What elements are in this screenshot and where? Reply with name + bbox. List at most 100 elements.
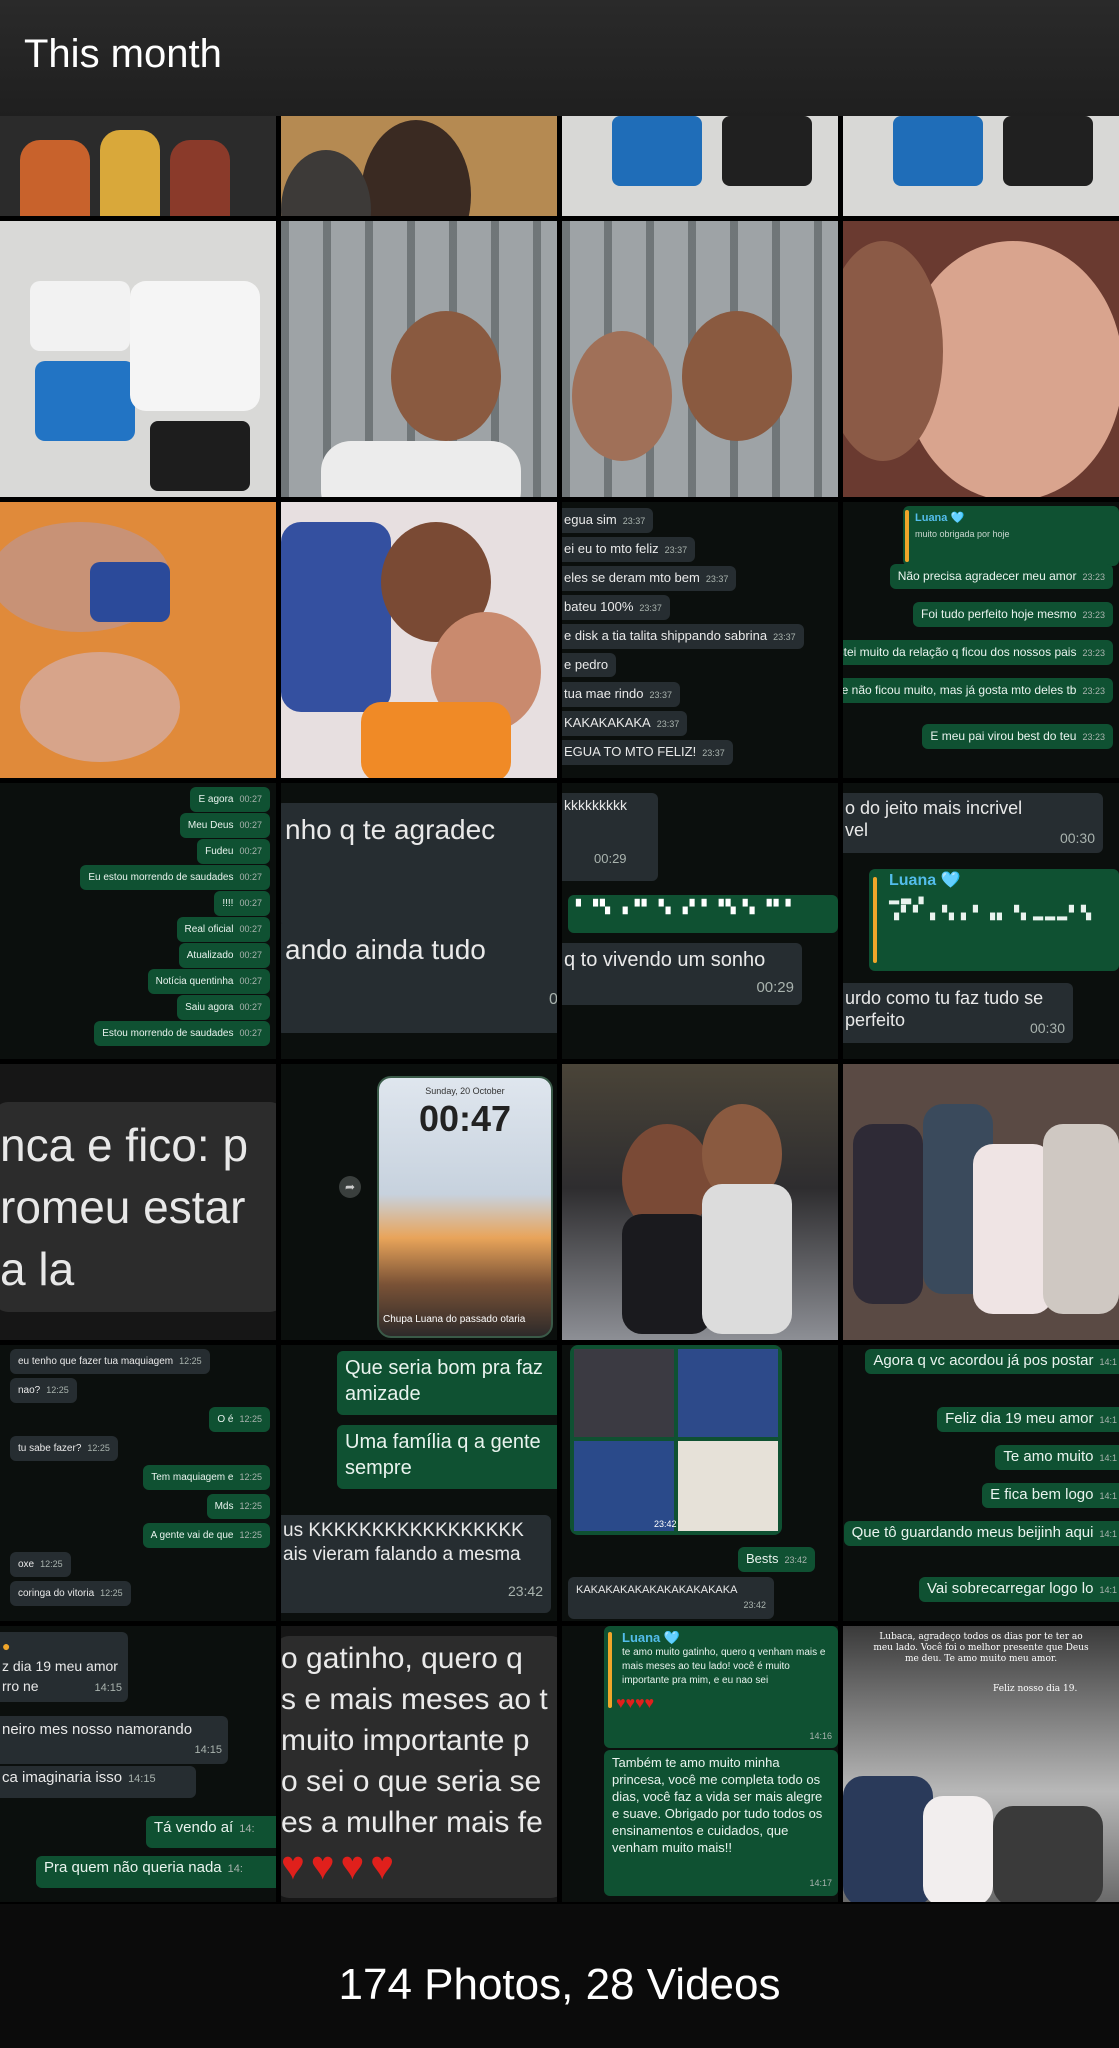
chat-text-line: muito importante p bbox=[281, 1724, 530, 1757]
chat-bubble: us KKKKKKKKKKKKKKKKK ais vieram falando … bbox=[281, 1515, 551, 1613]
chat-bubble: kkkkkkkkk 00:29 bbox=[562, 793, 658, 881]
chat-bubble: Uma família q a gente sempre bbox=[337, 1425, 557, 1489]
chat-bubble: Vai sobrecarregar logo lo 14:1 bbox=[918, 1577, 1119, 1602]
chat-bubble: Luana 🩵 ▂▃ ▖ ▗▘▘▗▝▖▖▘▗▖▝▖▂▂▂▘▚ bbox=[869, 869, 1119, 971]
photo-thumbnail[interactable] bbox=[0, 116, 276, 216]
photo-album-bubble: 23:42 bbox=[570, 1345, 782, 1535]
chat-bubble: Bests 23:42 bbox=[738, 1547, 816, 1572]
chat-screenshot[interactable]: ● z dia 19 meu amor rro ne 14:15 neiro m… bbox=[0, 1626, 276, 1902]
header: This month bbox=[0, 0, 1119, 116]
photo-thumbnail[interactable] bbox=[281, 116, 557, 216]
photo-thumbnail[interactable] bbox=[0, 221, 276, 497]
photo-thumbnail[interactable] bbox=[562, 1064, 838, 1340]
chat-bubble: nao? 12:25 bbox=[10, 1378, 77, 1403]
photo-thumbnail[interactable] bbox=[562, 116, 838, 216]
chat-screenshot[interactable]: Luana 🩵 te amo muito gatinho, quero q ve… bbox=[562, 1626, 838, 1902]
page-title: This month bbox=[24, 32, 222, 76]
chat-screenshot[interactable]: nca e fico: p romeu estar a la bbox=[0, 1064, 276, 1340]
chat-bubble: E agora 00:27 bbox=[190, 787, 270, 812]
photo-thumbnail[interactable] bbox=[562, 221, 838, 497]
chat-bubble: Eu estou morrendo de saudades 00:27 bbox=[80, 865, 270, 890]
chat-bubble: Tem maquiagem e 12:25 bbox=[143, 1465, 270, 1490]
chat-bubble: E meu pai virou best do teu 23:23 bbox=[922, 724, 1113, 749]
chat-bubble: coringa do vitoria 12:25 bbox=[10, 1581, 131, 1606]
chat-bubble: ca imaginaria isso 14:15 bbox=[0, 1766, 196, 1798]
media-count: 174 Photos, 28 Videos bbox=[338, 1960, 781, 2009]
chat-screenshot[interactable]: nho q te agradec 00 ando ainda tudo 00:2… bbox=[281, 783, 557, 1059]
photo-thumbnail[interactable] bbox=[843, 221, 1119, 497]
chat-bubble: Te amo muito 14:1 bbox=[995, 1445, 1119, 1470]
lock-screen-image: Sunday, 20 October 00:47 Chupa Luana do … bbox=[377, 1076, 553, 1338]
chat-bubble: Notícia quentinha 00:27 bbox=[147, 969, 270, 994]
hearts: ♥♥♥♥ bbox=[281, 1844, 400, 1888]
chat-bubble: Agora q vc acordou já pos postar 14:1 bbox=[865, 1349, 1119, 1374]
chat-bubble: Que seria bom pra faz amizade bbox=[337, 1351, 557, 1415]
chat-screenshot[interactable]: kkkkkkkkk 00:29 ▘▝▚ ▗▝▘▝▖▗▘▘▝▚▝▖▝▘▘ q to… bbox=[562, 783, 838, 1059]
chat-screenshot[interactable]: 23:42 Bests 23:42 KAKAKAKAKAKAKAKAKAKAKA … bbox=[562, 1345, 838, 1621]
chat-bubble: Feliz dia 19 meu amor 14:1 bbox=[937, 1407, 1119, 1432]
chat-bubble: Fudeu 00:27 bbox=[197, 839, 270, 864]
chat-bubble: Tá vendo aí 14: bbox=[146, 1816, 276, 1848]
chat-bubble: KAKAKAKAKAKAKAKAKAKAKA 23:42 bbox=[568, 1577, 774, 1619]
forward-icon: ➦ bbox=[339, 1176, 361, 1198]
chat-bubble: e pedro bbox=[562, 653, 617, 677]
chat-bubble: nho q te agradec 00 bbox=[281, 803, 557, 923]
chat-text-line: es a mulher mais fe bbox=[281, 1806, 543, 1839]
footer: 174 Photos, 28 Videos bbox=[0, 1904, 1119, 2048]
chat-bubble: Luana 🩵 te amo muito gatinho, quero q ve… bbox=[604, 1626, 838, 1748]
contact-name: Luana 🩵 bbox=[889, 872, 961, 889]
photo-thumbnail[interactable] bbox=[0, 502, 276, 778]
photo-thumbnail[interactable] bbox=[281, 221, 557, 497]
chat-bubble: eles se deram mto bem 23:37 bbox=[562, 566, 737, 591]
chat-screenshot[interactable]: egua sim 23:37 ei eu to mto feliz 23:37 eles… bbox=[562, 502, 838, 778]
chat-bubble: tu sabe fazer? 12:25 bbox=[10, 1436, 118, 1461]
chat-bubble: EGUA TO MTO FELIZ! 23:37 bbox=[562, 740, 733, 765]
chat-bubble: KAKAKAKAKA 23:37 bbox=[562, 711, 688, 736]
chat-bubble: Mds 12:25 bbox=[206, 1494, 270, 1519]
chat-bubble: oxe 12:25 bbox=[10, 1552, 71, 1577]
photo-thumbnail[interactable] bbox=[843, 116, 1119, 216]
chat-bubble: neiro mes nosso namorando 14:15 bbox=[0, 1716, 228, 1764]
chat-screenshot[interactable]: eu tenho que fazer tua maquiagem 12:25 nao… bbox=[0, 1345, 276, 1621]
contact-name: Luana 🩵 bbox=[915, 512, 965, 524]
photo-note-text: Lubaca, agradeço todos os dias por te te… bbox=[873, 1632, 1089, 1664]
chat-bubble: E fica bem logo 14:1 bbox=[982, 1483, 1119, 1508]
chat-screenshot[interactable]: Luana 🩵 muito obrigada por hoje Não prec… bbox=[843, 502, 1119, 778]
photo-thumbnail[interactable] bbox=[281, 502, 557, 778]
chat-bubble: o do jeito mais incrivel vel 00:30 bbox=[843, 793, 1103, 853]
chat-bubble: Foi tudo perfeito hoje mesmo 23:23 bbox=[913, 602, 1113, 627]
chat-bubble: O é 12:25 bbox=[209, 1407, 270, 1432]
chat-bubble: Saiu agora 00:27 bbox=[177, 995, 270, 1020]
chat-bubble: ando ainda tudo 00:29 bbox=[281, 923, 557, 1033]
chat-bubble: bateu 100% 23:37 bbox=[562, 595, 670, 620]
chat-screenshot[interactable]: ➦ Sunday, 20 October 00:47 Chupa Luana d… bbox=[281, 1064, 557, 1340]
chat-bubble: !!!! 00:27 bbox=[214, 891, 270, 916]
chat-bubble: Eu gostei muito da relação q ficou dos n… bbox=[843, 640, 1113, 665]
chat-bubble: Minha mãe não ficou muito, mas já gosta … bbox=[843, 678, 1113, 703]
chat-bubble: Pra quem não queria nada 14: bbox=[36, 1856, 276, 1888]
chat-screenshot[interactable]: Que seria bom pra faz amizade Uma famíli… bbox=[281, 1345, 557, 1621]
chat-bubble: Meu Deus 00:27 bbox=[179, 813, 270, 838]
chat-bubble: tua mae rindo 23:37 bbox=[562, 682, 681, 707]
chat-bubble: ● z dia 19 meu amor rro ne 14:15 bbox=[0, 1632, 128, 1702]
chat-bubble: Que tô guardando meus beijinh aqui 14:1 bbox=[843, 1521, 1119, 1546]
chat-screenshot[interactable]: o do jeito mais incrivel vel 00:30 Luana… bbox=[843, 783, 1119, 1059]
chat-bubble: e disk a tia talita shippando sabrina 23:… bbox=[562, 624, 804, 649]
chat-bubble: ei eu to mto feliz 23:37 bbox=[562, 537, 696, 562]
chat-bubble: Real oficial 00:27 bbox=[176, 917, 270, 942]
chat-text: nca e fico: p romeu estar a la bbox=[0, 1119, 249, 1295]
chat-screenshot[interactable]: o gatinho, quero q s e mais meses ao t mui… bbox=[281, 1626, 557, 1902]
chat-screenshot[interactable]: Agora q vc acordou já pos postar 14:1 Feli… bbox=[843, 1345, 1119, 1621]
photo-thumbnail[interactable]: Lubaca, agradeço todos os dias por te te… bbox=[843, 1626, 1119, 1902]
photo-thumbnail[interactable] bbox=[843, 1064, 1119, 1340]
chat-bubble: Estou morrendo de saudades 00:27 bbox=[94, 1021, 270, 1046]
photo-grid[interactable]: egua sim 23:37 ei eu to mto feliz 23:37 eles… bbox=[0, 116, 1119, 1904]
chat-screenshot[interactable]: E agora 00:27 Meu Deus 00:27 Fudeu 00:27 Eu es… bbox=[0, 783, 276, 1059]
chat-bubble: Não precisa agradecer meu amor 23:23 bbox=[889, 564, 1113, 589]
chat-text-line: s e mais meses ao t bbox=[281, 1683, 548, 1716]
chat-text-line: o gatinho, quero q bbox=[281, 1642, 523, 1675]
chat-text-line: o sei o que seria se bbox=[281, 1765, 542, 1798]
chat-bubble: egua sim 23:37 bbox=[562, 508, 654, 533]
chat-bubble: A gente vai de que 12:25 bbox=[142, 1523, 270, 1548]
photo-note-text: Feliz nosso dia 19. bbox=[993, 1684, 1078, 1694]
